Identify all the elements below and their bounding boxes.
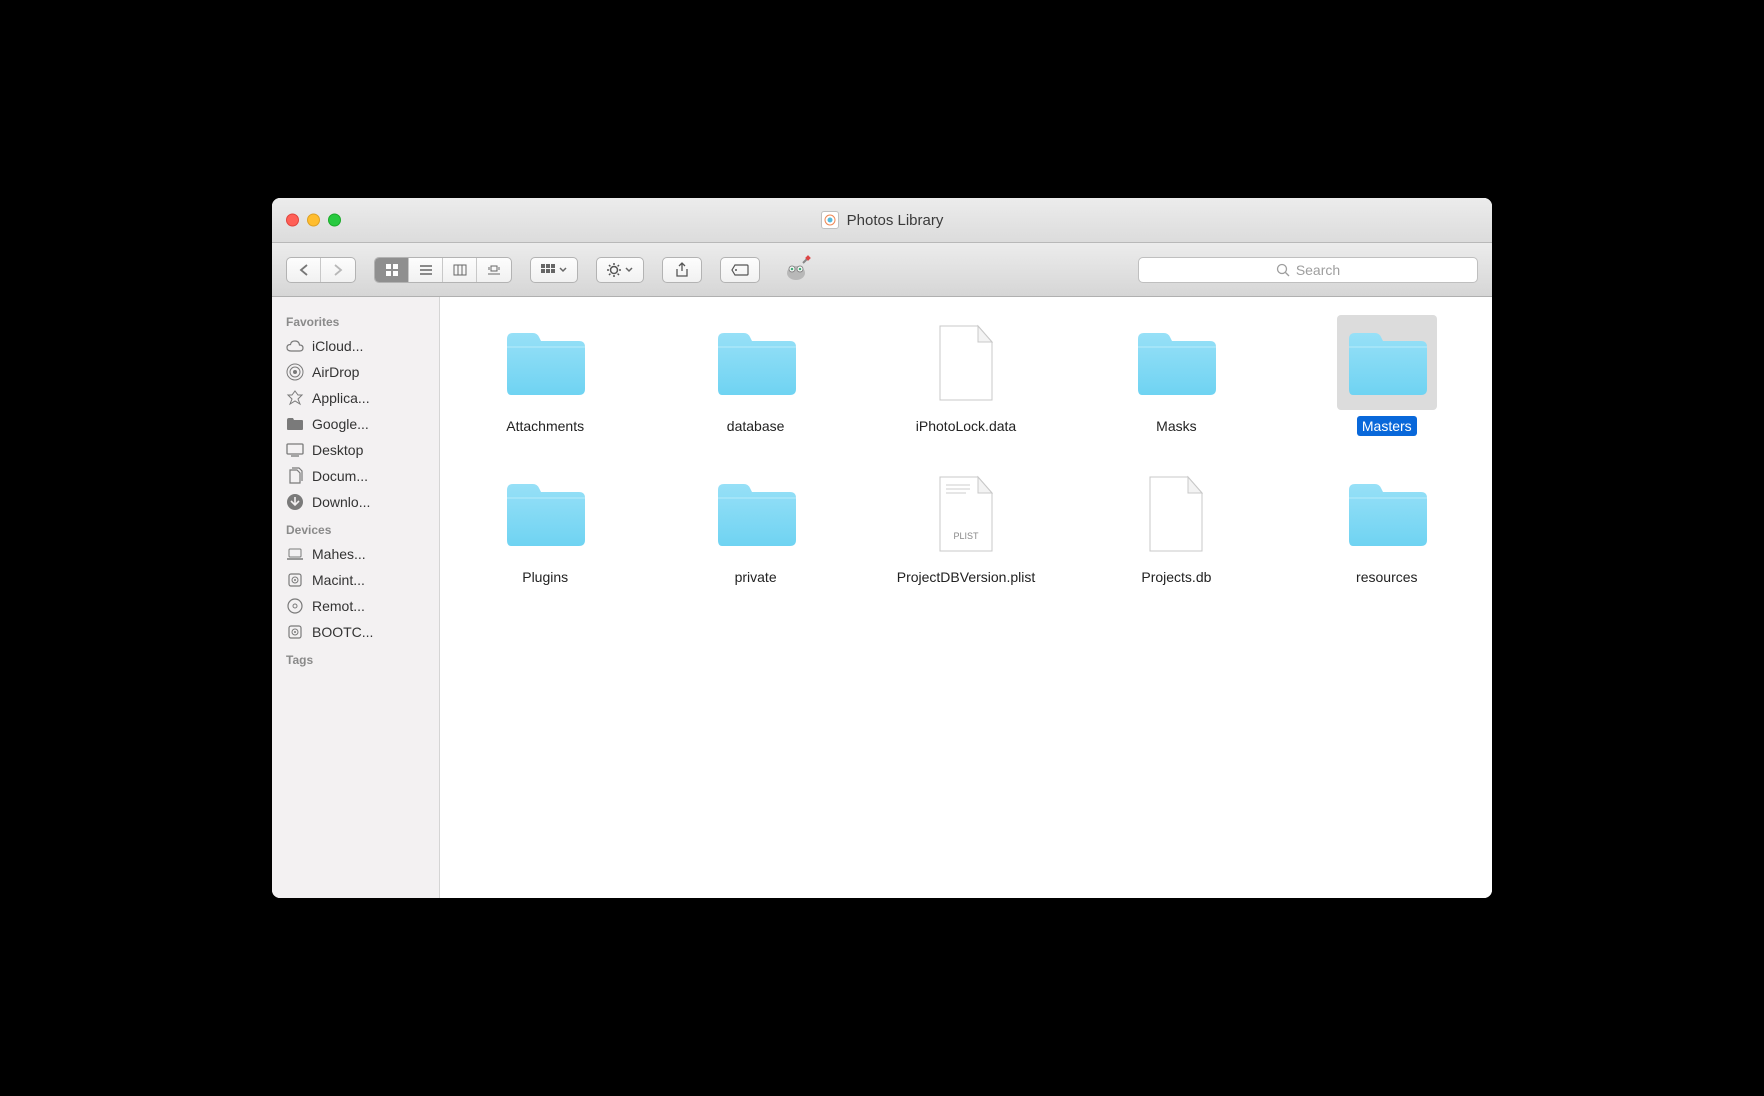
sidebar-item-macintosh-hd[interactable]: Macint... bbox=[272, 567, 439, 593]
sidebar-header: Devices bbox=[272, 515, 439, 541]
file-item[interactable]: database bbox=[660, 315, 850, 436]
sidebar-item-downloads[interactable]: Downlo... bbox=[272, 489, 439, 515]
search-field[interactable]: Search bbox=[1138, 257, 1478, 283]
arrange-button[interactable] bbox=[530, 257, 578, 283]
sidebar-section-favorites: Favorites iCloud... AirDrop Applica... G… bbox=[272, 307, 439, 515]
file-label: iPhotoLock.data bbox=[911, 416, 1021, 436]
window-title-text: Photos Library bbox=[847, 212, 944, 229]
sidebar-section-tags: Tags bbox=[272, 645, 439, 671]
chevron-down-icon bbox=[625, 267, 633, 273]
documents-icon bbox=[286, 467, 304, 485]
file-label: database bbox=[722, 416, 790, 436]
file-item[interactable]: Projects.db bbox=[1081, 466, 1271, 587]
folder-icon bbox=[706, 315, 806, 410]
sidebar-header: Tags bbox=[272, 645, 439, 671]
list-view-button[interactable] bbox=[409, 258, 443, 282]
laptop-icon bbox=[286, 545, 304, 563]
file-label: resources bbox=[1351, 567, 1422, 587]
folder-icon bbox=[706, 466, 806, 561]
file-label: ProjectDBVersion.plist bbox=[892, 567, 1041, 587]
back-button[interactable] bbox=[287, 258, 321, 282]
hdd-icon bbox=[286, 623, 304, 641]
sidebar-item-bootcamp[interactable]: BOOTC... bbox=[272, 619, 439, 645]
gear-icon bbox=[607, 263, 621, 277]
file-item[interactable]: Masks bbox=[1081, 315, 1271, 436]
forward-button[interactable] bbox=[321, 258, 355, 282]
file-item[interactable]: iPhotoLock.data bbox=[871, 315, 1061, 436]
folder-icon bbox=[286, 415, 304, 433]
tag-icon bbox=[731, 264, 749, 276]
file-item[interactable]: Attachments bbox=[450, 315, 640, 436]
maximize-button[interactable] bbox=[328, 214, 341, 227]
file-label: Attachments bbox=[501, 416, 589, 436]
sidebar-item-google[interactable]: Google... bbox=[272, 411, 439, 437]
nav-buttons bbox=[286, 257, 356, 283]
file-grid[interactable]: Attachments database iPhotoLock.data Masks M… bbox=[440, 297, 1492, 898]
search-placeholder: Search bbox=[1296, 262, 1340, 278]
file-label: Masks bbox=[1151, 416, 1201, 436]
sidebar-item-remote-disc[interactable]: Remot... bbox=[272, 593, 439, 619]
file-item[interactable]: resources bbox=[1292, 466, 1482, 587]
minimize-button[interactable] bbox=[307, 214, 320, 227]
share-button[interactable] bbox=[662, 257, 702, 283]
sidebar-item-applications[interactable]: Applica... bbox=[272, 385, 439, 411]
sidebar-item-icloud[interactable]: iCloud... bbox=[272, 333, 439, 359]
cloud-icon bbox=[286, 337, 304, 355]
sidebar-section-devices: Devices Mahes... Macint... Remot... BOOT… bbox=[272, 515, 439, 645]
file-icon: PLIST bbox=[916, 466, 1016, 561]
tags-button[interactable] bbox=[720, 257, 760, 283]
file-item[interactable]: private bbox=[660, 466, 850, 587]
file-label: private bbox=[730, 567, 782, 587]
folder-icon bbox=[495, 466, 595, 561]
optical-icon bbox=[286, 597, 304, 615]
sidebar: Favorites iCloud... AirDrop Applica... G… bbox=[272, 297, 440, 898]
file-label: Masters bbox=[1357, 416, 1417, 436]
download-icon bbox=[286, 493, 304, 511]
view-mode-buttons bbox=[374, 257, 512, 283]
automator-icon[interactable] bbox=[778, 255, 814, 285]
file-item[interactable]: Masters bbox=[1292, 315, 1482, 436]
file-icon bbox=[1126, 466, 1226, 561]
svg-text:PLIST: PLIST bbox=[953, 531, 979, 541]
titlebar: Photos Library bbox=[272, 198, 1492, 243]
icon-view-button[interactable] bbox=[375, 258, 409, 282]
airdrop-icon bbox=[286, 363, 304, 381]
coverflow-view-button[interactable] bbox=[477, 258, 511, 282]
toolbar: Search bbox=[272, 243, 1492, 297]
photos-app-icon bbox=[821, 211, 839, 229]
action-button[interactable] bbox=[596, 257, 644, 283]
sidebar-item-airdrop[interactable]: AirDrop bbox=[272, 359, 439, 385]
finder-window: Photos Library bbox=[272, 198, 1492, 898]
file-item[interactable]: Plugins bbox=[450, 466, 640, 587]
file-label: Plugins bbox=[517, 567, 573, 587]
hdd-icon bbox=[286, 571, 304, 589]
chevron-down-icon bbox=[559, 267, 567, 273]
search-icon bbox=[1276, 263, 1290, 277]
desktop-icon bbox=[286, 441, 304, 459]
sidebar-header: Favorites bbox=[272, 307, 439, 333]
window-title: Photos Library bbox=[272, 211, 1492, 229]
apps-icon bbox=[286, 389, 304, 407]
folder-icon bbox=[495, 315, 595, 410]
close-button[interactable] bbox=[286, 214, 299, 227]
folder-icon bbox=[1337, 315, 1437, 410]
file-label: Projects.db bbox=[1136, 567, 1216, 587]
file-icon bbox=[916, 315, 1016, 410]
share-icon bbox=[675, 262, 689, 278]
sidebar-item-laptop[interactable]: Mahes... bbox=[272, 541, 439, 567]
folder-icon bbox=[1337, 466, 1437, 561]
file-item[interactable]: PLIST ProjectDBVersion.plist bbox=[871, 466, 1061, 587]
folder-icon bbox=[1126, 315, 1226, 410]
sidebar-item-desktop[interactable]: Desktop bbox=[272, 437, 439, 463]
sidebar-item-documents[interactable]: Docum... bbox=[272, 463, 439, 489]
column-view-button[interactable] bbox=[443, 258, 477, 282]
